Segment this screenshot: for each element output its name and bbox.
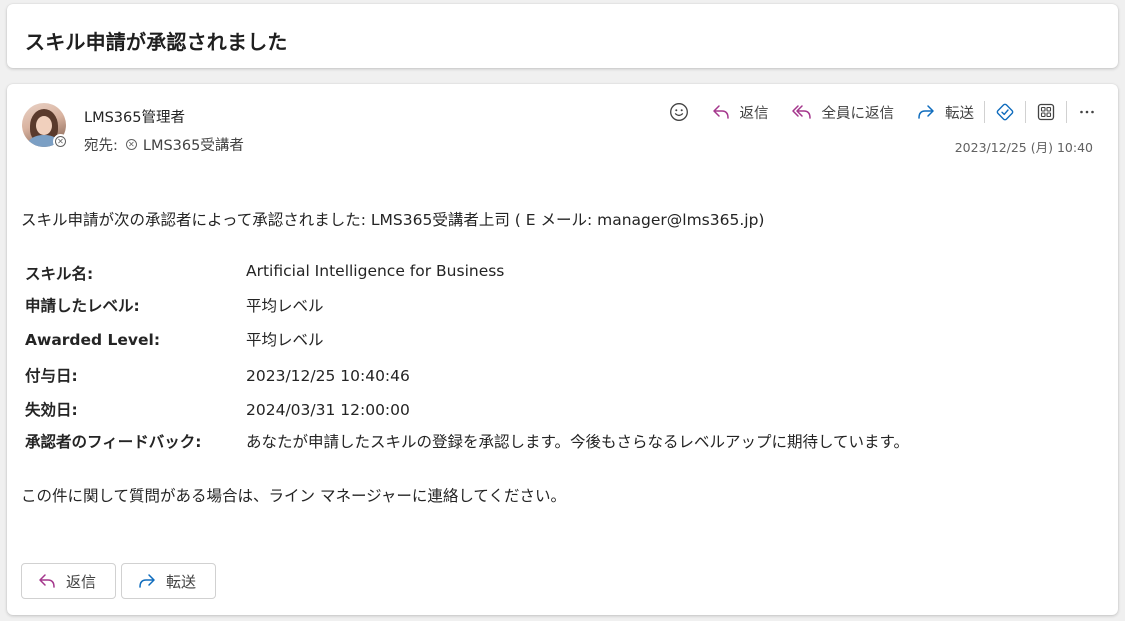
sender-name[interactable]: LMS365管理者 xyxy=(84,106,185,127)
body-intro: スキル申請が次の承認者によって承認されました: LMS365受講者上司 ( E … xyxy=(21,211,765,229)
to-label: 宛先: xyxy=(84,138,118,154)
emoji-icon xyxy=(669,103,688,121)
apps-icon xyxy=(1037,103,1055,121)
presence-offline-icon: ✕ xyxy=(53,134,68,149)
recipient-name[interactable]: LMS365受講者 xyxy=(143,134,244,155)
reply-button[interactable]: 返信 xyxy=(705,98,775,126)
toolbar-divider xyxy=(1025,101,1026,123)
apps-button[interactable] xyxy=(1030,98,1062,126)
footer-forward-label: 転送 xyxy=(166,572,197,591)
forward-icon xyxy=(918,105,934,119)
detail-value: あなたが申請したスキルの登録を承認します。今後もさらなるレベルアップに期待してい… xyxy=(246,433,909,451)
presence-offline-icon: ✕ xyxy=(125,139,137,150)
avatar[interactable]: ✕ xyxy=(22,103,68,149)
message-timestamp: 2023/12/25 (月) 10:40 xyxy=(954,140,1093,155)
body-closing: この件に関して質問がある場合は、ライン マネージャーに連絡してください。 xyxy=(21,487,566,505)
detail-key: 承認者のフィードバック: xyxy=(25,433,202,451)
toolbar-divider xyxy=(1066,101,1067,123)
recipient-line: 宛先: ✕ LMS365受講者 xyxy=(84,134,244,155)
detail-value: 平均レベル xyxy=(246,331,324,349)
detail-key: 失効日: xyxy=(25,401,78,419)
share-to-teams-button[interactable] xyxy=(989,98,1021,126)
reply-label: 返信 xyxy=(739,105,769,122)
forward-icon xyxy=(139,574,155,588)
toolbar-divider xyxy=(984,101,985,123)
detail-key: Awarded Level: xyxy=(25,331,161,349)
detail-key: 付与日: xyxy=(25,367,78,385)
footer-forward-button[interactable]: 転送 xyxy=(121,563,216,599)
message-card: ✕ LMS365管理者 宛先: ✕ LMS365受講者 返信 全員に返信 転送 … xyxy=(7,84,1118,615)
reply-icon xyxy=(712,105,729,119)
detail-key: スキル名: xyxy=(25,265,94,283)
footer-reply-button[interactable]: 返信 xyxy=(21,563,116,599)
reply-all-button[interactable]: 全員に返信 xyxy=(785,98,901,126)
forward-label: 転送 xyxy=(945,105,974,122)
detail-value: 2024/03/31 12:00:00 xyxy=(246,401,410,419)
reply-all-icon xyxy=(791,105,811,119)
reply-icon xyxy=(39,574,55,588)
detail-value: 2023/12/25 10:40:46 xyxy=(246,367,410,385)
detail-value: Artificial Intelligence for Business xyxy=(246,262,505,280)
detail-key: 申請したレベル: xyxy=(25,297,140,315)
more-actions-button[interactable] xyxy=(1071,98,1103,126)
footer-reply-label: 返信 xyxy=(66,572,97,591)
more-icon xyxy=(1080,110,1094,114)
subject-card: スキル申請が承認されました xyxy=(7,4,1118,68)
message-toolbar: 返信 全員に返信 転送 xyxy=(663,98,1104,126)
emoji-reaction-button[interactable] xyxy=(663,98,695,126)
reply-all-label: 全員に返信 xyxy=(821,105,895,122)
teams-share-icon xyxy=(996,103,1014,121)
email-subject: スキル申請が承認されました xyxy=(25,30,288,54)
detail-value: 平均レベル xyxy=(246,297,324,315)
forward-button[interactable]: 転送 xyxy=(910,98,980,126)
